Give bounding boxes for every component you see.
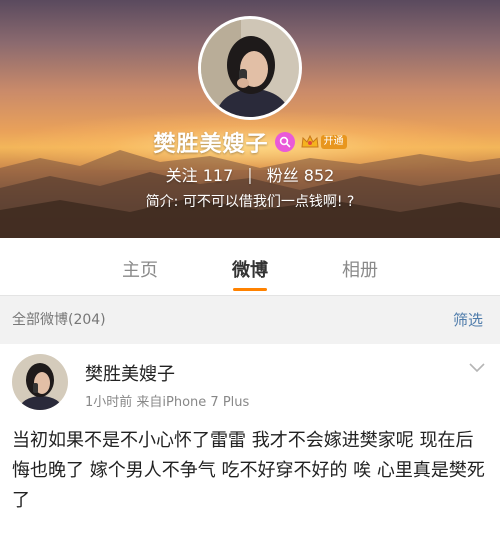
profile-stats: 关注 117 | 粉丝 852 bbox=[0, 162, 500, 186]
profile-header: 樊胜美嫂子 开通 关注 117 | 粉丝 852 简介: 可不可以借我们一点钱啊… bbox=[0, 0, 500, 238]
all-posts-count: 全部微博(204) bbox=[12, 312, 106, 328]
crown-icon bbox=[300, 134, 319, 148]
tab-weibo[interactable]: 微博 bbox=[195, 238, 305, 295]
vip-label: 开通 bbox=[320, 135, 347, 149]
vip-badge[interactable]: 开通 bbox=[300, 134, 347, 150]
filter-button[interactable]: 筛选 bbox=[453, 309, 483, 330]
following-count: 117 bbox=[202, 166, 234, 185]
following-label: 关注 bbox=[165, 166, 198, 185]
followers-count: 852 bbox=[303, 166, 335, 185]
post-card[interactable]: 樊胜美嫂子 1小时前 来自iPhone 7 Plus 当初如果不是不小心怀了雷雷… bbox=[0, 344, 500, 538]
chevron-down-icon[interactable] bbox=[468, 362, 486, 374]
followers-stat[interactable]: 粉丝 852 bbox=[267, 162, 335, 186]
profile-bio: 简介: 可不可以借我们一点钱啊! ? bbox=[145, 194, 355, 210]
followers-label: 粉丝 bbox=[266, 166, 299, 185]
following-stat[interactable]: 关注 117 bbox=[166, 162, 234, 186]
profile-avatar[interactable] bbox=[198, 16, 302, 120]
profile-tabs: 主页 微博 相册 bbox=[0, 238, 500, 296]
profile-name: 樊胜美嫂子 bbox=[153, 132, 269, 157]
filter-bar: 全部微博(204) 筛选 bbox=[0, 300, 500, 338]
post-content: 当初如果不是不小心怀了雷雷 我才不会嫁进樊家呢 现在后悔也晚了 嫁个男人不争气 … bbox=[12, 430, 485, 511]
stats-divider: | bbox=[247, 164, 253, 184]
post-meta: 1小时前 来自iPhone 7 Plus bbox=[85, 395, 250, 410]
profile-name-row: 樊胜美嫂子 开通 bbox=[0, 126, 500, 158]
tab-home[interactable]: 主页 bbox=[85, 238, 195, 295]
avatar-image bbox=[201, 19, 299, 117]
post-avatar-image bbox=[12, 354, 68, 410]
verified-search-icon[interactable] bbox=[274, 132, 295, 152]
post-author-name[interactable]: 樊胜美嫂子 bbox=[85, 360, 175, 386]
post-author-avatar[interactable] bbox=[12, 354, 68, 410]
tab-album[interactable]: 相册 bbox=[305, 238, 415, 295]
